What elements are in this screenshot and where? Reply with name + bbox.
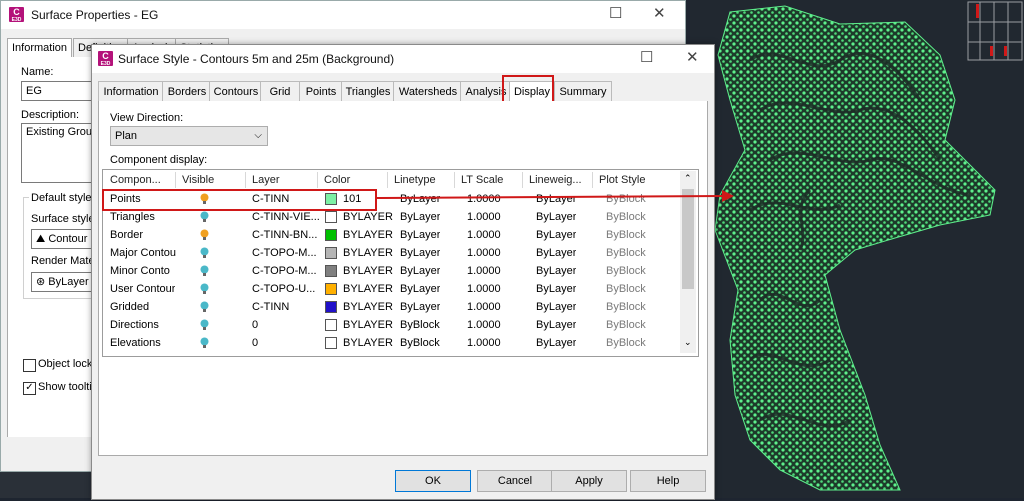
annotation-arrow	[375, 190, 734, 202]
